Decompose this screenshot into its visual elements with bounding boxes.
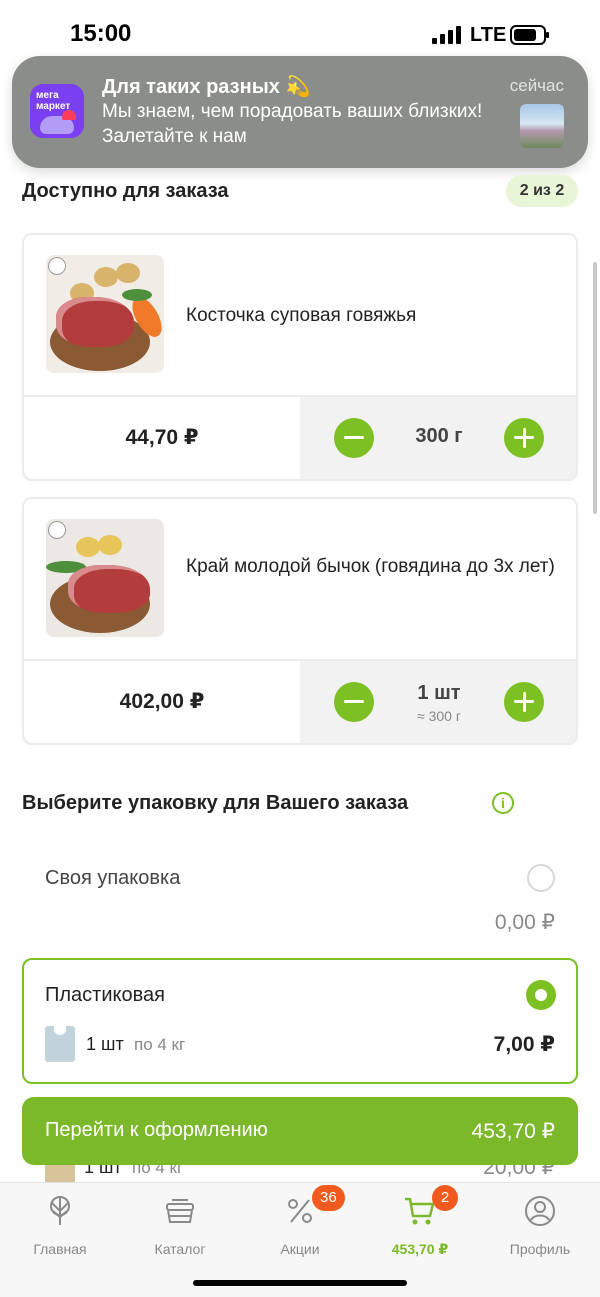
product-image [46, 519, 164, 637]
product-card: Косточка суповая говяжья 44,70 ₽ 300 г [22, 233, 578, 481]
notification-title: Для таких разных 💫 [102, 76, 311, 98]
profile-icon [525, 1196, 555, 1226]
push-notification[interactable]: мега маркет Для таких разных 💫 Мы знаем,… [12, 56, 588, 168]
quantity-approx-weight: ≈ 300 г [417, 708, 461, 724]
notification-thumbnail [520, 104, 564, 148]
product-price: 44,70 ₽ [125, 426, 199, 449]
promotions-count-badge: 36 [312, 1185, 345, 1211]
tab-label: Главная [33, 1241, 87, 1257]
tab-label: Каталог [154, 1241, 206, 1257]
packaging-plastic-weight: по 4 кг [134, 1035, 186, 1054]
decrease-quantity-button[interactable] [334, 682, 374, 722]
product-info[interactable]: Край молодой бычок (говядина до 3х лет) [24, 499, 576, 661]
product-card: Край молодой бычок (говядина до 3х лет) … [22, 497, 578, 745]
product-price: 402,00 ₽ [119, 690, 205, 713]
increase-quantity-button[interactable] [504, 682, 544, 722]
cart-count-badge: 2 [432, 1185, 458, 1211]
app-icon-text: мега маркет [36, 90, 71, 112]
tab-catalog[interactable]: Каталог [120, 1191, 240, 1261]
available-title: Доступно для заказа [22, 180, 229, 202]
tab-profile[interactable]: Профиль [480, 1191, 600, 1261]
info-icon[interactable]: i [492, 792, 514, 814]
home-indicator[interactable] [193, 1280, 407, 1286]
megamarket-app-icon: мега маркет [30, 84, 84, 138]
tab-label: 453,70 ₽ [391, 1241, 449, 1257]
product-image [46, 255, 164, 373]
quantity-stepper: 1 шт ≈ 300 г [300, 661, 576, 743]
packaging-title: Выберите упаковку для Вашего заказа [22, 792, 409, 814]
packaging-plastic-option[interactable]: Пластиковая 1 шт по 4 кг 7,00 ₽ [22, 958, 578, 1084]
packaging-plastic-radio[interactable] [526, 980, 556, 1010]
tab-cart[interactable]: 2 453,70 ₽ [360, 1185, 480, 1261]
status-time: 15:00 [70, 20, 132, 47]
notification-time: сейчас [509, 76, 564, 95]
plastic-bag-icon [45, 1026, 75, 1062]
available-count-badge: 2 из 2 [506, 175, 578, 207]
catalog-icon [166, 1199, 194, 1223]
tab-home[interactable]: Главная [0, 1191, 120, 1261]
checkout-button[interactable]: Перейти к оформлению 453,70 ₽ [22, 1097, 578, 1165]
packaging-own-label[interactable]: Своя упаковка [45, 867, 180, 890]
network-type: LTE [470, 24, 507, 46]
packaging-own-radio[interactable] [527, 864, 555, 892]
quantity-value: 300 г [415, 425, 463, 447]
scroll-indicator[interactable] [593, 262, 597, 514]
quantity-stepper: 300 г [300, 397, 576, 479]
brand-logo-icon [48, 521, 66, 539]
signal-strength-icon [432, 26, 461, 44]
tab-promotions[interactable]: 36 Акции [240, 1185, 360, 1261]
tab-label: Профиль [509, 1241, 571, 1257]
checkout-total: 453,70 ₽ [471, 1120, 555, 1143]
increase-quantity-button[interactable] [504, 418, 544, 458]
packaging-plastic-qty: 1 шт [86, 1034, 124, 1054]
home-icon [50, 1196, 70, 1225]
packaging-plastic-price: 7,00 ₽ [493, 1033, 555, 1056]
quantity-value: 1 шт [417, 682, 461, 704]
brand-logo-icon [48, 257, 66, 275]
product-info[interactable]: Косточка суповая говяжья [24, 235, 576, 397]
notification-body: Мы знаем, чем порадовать ваших близких! … [102, 101, 483, 147]
packaging-own-price: 0,00 ₽ [494, 911, 555, 934]
packaging-plastic-label: Пластиковая [45, 984, 165, 1006]
tab-label: Акции [280, 1241, 320, 1257]
decrease-quantity-button[interactable] [334, 418, 374, 458]
product-name: Косточка суповая говяжья [186, 305, 417, 326]
battery-icon [510, 25, 549, 45]
product-name: Край молодой бычок (говядина до 3х лет) [186, 556, 555, 577]
checkout-label: Перейти к оформлению [45, 1119, 268, 1141]
